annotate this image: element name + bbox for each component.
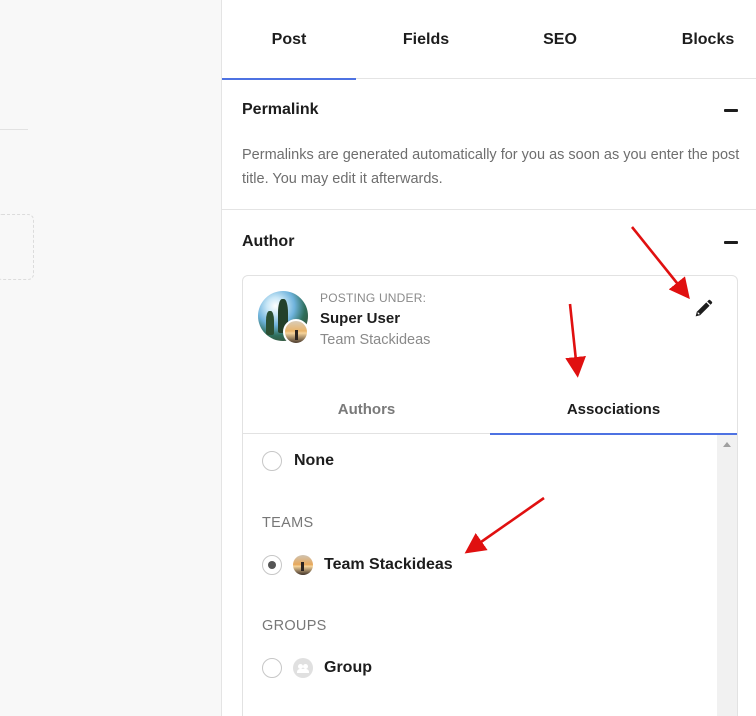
posting-under-label: POSTING UNDER: — [320, 291, 427, 305]
pencil-icon[interactable] — [692, 298, 714, 320]
groups-heading: GROUPS — [262, 618, 327, 634]
section-divider — [222, 209, 756, 210]
option-none[interactable]: None — [262, 450, 334, 472]
subtab-associations[interactable]: Associations — [490, 384, 737, 435]
option-group-label: Group — [324, 659, 372, 676]
teams-heading: TEAMS — [262, 515, 314, 531]
radio-none[interactable] — [262, 451, 282, 471]
canvas-block-placeholder[interactable] — [0, 214, 34, 280]
canvas-divider — [0, 129, 28, 130]
radio-group[interactable] — [262, 658, 282, 678]
option-team-label: Team Stackideas — [324, 556, 453, 573]
permalink-description: Permalinks are generated automatically f… — [242, 147, 740, 187]
editor-canvas — [0, 0, 222, 716]
radio-team[interactable] — [262, 555, 282, 575]
sidebar-panel: Post Fields SEO Blocks Permalink Permali… — [222, 0, 756, 716]
tab-seo[interactable]: SEO — [493, 0, 627, 79]
team-avatar-badge — [283, 319, 309, 345]
associations-list: None TEAMS Team Stackideas GROUPS Group — [243, 435, 737, 716]
permalink-collapse-icon[interactable] — [724, 109, 738, 112]
sidebar-tabs: Post Fields SEO Blocks — [222, 0, 756, 80]
option-group[interactable]: Group — [262, 657, 372, 679]
scroll-up-icon[interactable] — [723, 442, 731, 447]
option-none-label: None — [294, 452, 334, 469]
author-name: Super User — [320, 310, 401, 327]
tab-fields[interactable]: Fields — [359, 0, 493, 79]
group-icon — [293, 658, 313, 678]
author-subtabs: Authors Associations — [243, 384, 737, 435]
tab-blocks[interactable]: Blocks — [641, 0, 756, 79]
subtab-authors[interactable]: Authors — [243, 384, 490, 434]
author-collapse-icon[interactable] — [724, 241, 738, 244]
tab-post[interactable]: Post — [222, 0, 356, 80]
list-scrollbar[interactable] — [717, 435, 737, 716]
author-heading[interactable]: Author — [242, 233, 294, 251]
option-team[interactable]: Team Stackideas — [262, 554, 453, 576]
author-team-name: Team Stackideas — [320, 332, 431, 348]
author-card: POSTING UNDER: Super User Team Stackidea… — [242, 275, 738, 716]
permalink-heading[interactable]: Permalink — [242, 101, 318, 119]
team-avatar-icon — [293, 555, 313, 575]
